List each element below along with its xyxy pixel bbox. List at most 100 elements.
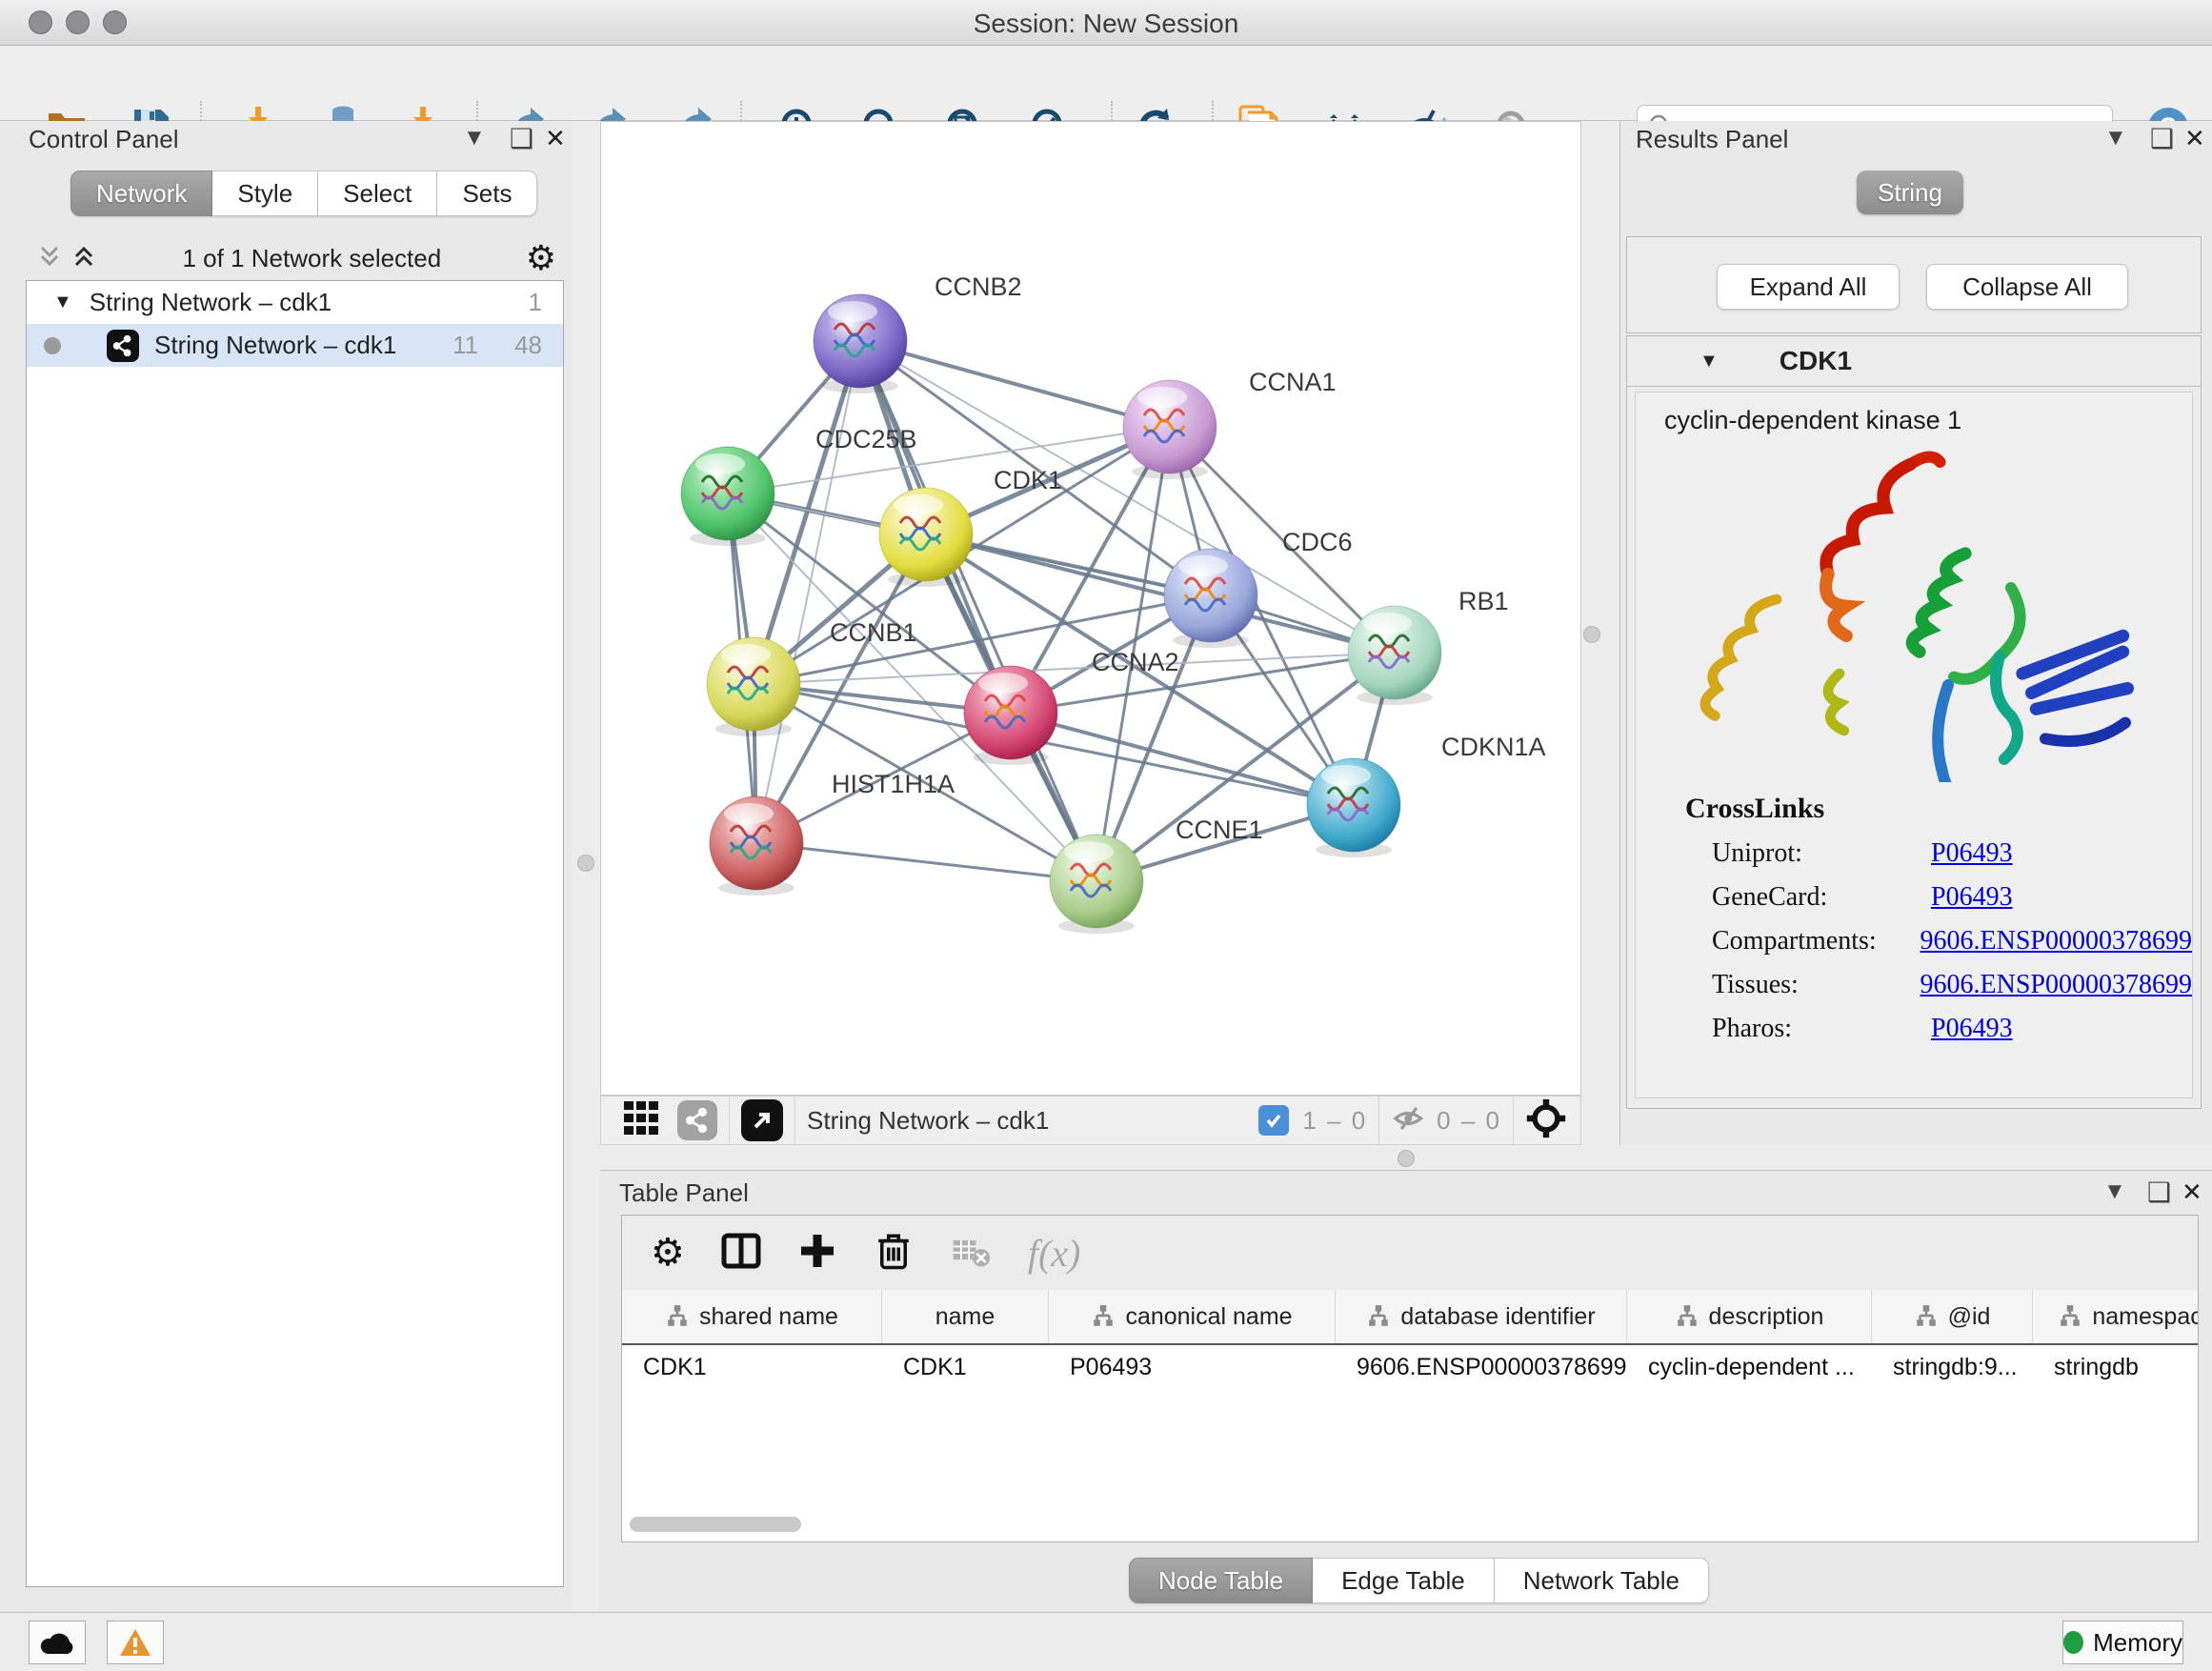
cell-database-identifier[interactable]: 9606.ENSP00000378699: [1336, 1345, 1627, 1389]
crosslink-link[interactable]: 9606.ENSP00000378699: [1920, 970, 2192, 1000]
column-header-label: namespace: [2092, 1303, 2199, 1331]
window-title: Session: New Session: [0, 9, 2212, 39]
main-toolbar: ?: [0, 46, 2212, 121]
column-header-name[interactable]: name: [882, 1290, 1049, 1343]
results-panel-float-icon[interactable]: ❑: [2150, 123, 2174, 154]
control-panel-tabs: NetworkStyleSelectSets: [70, 171, 537, 216]
protein-structure-image: [1647, 439, 2181, 782]
crosslink-link[interactable]: P06493: [1931, 882, 2013, 913]
edge-CCNB2-HIST1H1A[interactable]: [756, 341, 860, 843]
network-birdseye-icon[interactable]: [677, 1100, 717, 1140]
gene-section-header[interactable]: ▼ CDK1: [1627, 336, 2201, 387]
column-header-label: shared name: [699, 1303, 838, 1331]
node-CCNA1[interactable]: CCNA1: [1123, 368, 1337, 479]
tab-select[interactable]: Select: [318, 171, 437, 216]
crosslink-row: Pharos:P06493: [1636, 1014, 2192, 1044]
column-header-namespace[interactable]: namespace: [2033, 1290, 2199, 1343]
tab-sets[interactable]: Sets: [437, 171, 537, 216]
control-panel-float-icon[interactable]: ❑: [510, 123, 533, 154]
collapse-all-button[interactable]: Collapse All: [1926, 264, 2128, 310]
show-columns-icon[interactable]: [721, 1231, 761, 1276]
table-horizontal-scrollbar[interactable]: [630, 1517, 801, 1532]
warning-status-button[interactable]: [107, 1621, 164, 1664]
edge-HIST1H1A-CCNE1[interactable]: [756, 843, 1096, 881]
column-header-shared-name[interactable]: shared name: [622, 1290, 882, 1343]
string-network-icon: [107, 330, 139, 362]
fit-selected-crosshair-icon[interactable]: [1525, 1097, 1567, 1144]
control-panel: Control Panel ▼ ❑ ✕ NetworkStyleSelectSe…: [0, 121, 572, 1612]
column-header--id[interactable]: @id: [1872, 1290, 2033, 1343]
network-list-header: 1 of 1 Network selected ⚙: [26, 236, 564, 280]
crosslinks-section: CrossLinks Uniprot:P06493GeneCard:P06493…: [1636, 793, 2192, 1044]
collection-expander-icon[interactable]: ▼: [53, 292, 72, 313]
cell-description[interactable]: cyclin-dependent ...: [1627, 1345, 1872, 1389]
table-row[interactable]: CDK1CDK1P064939606.ENSP00000378699cyclin…: [622, 1345, 2199, 1389]
tab-network[interactable]: Network: [70, 171, 212, 216]
tab-edge-table[interactable]: Edge Table: [1313, 1558, 1495, 1603]
tab-node-table[interactable]: Node Table: [1129, 1558, 1313, 1603]
control-panel-menu-icon[interactable]: ▼: [463, 125, 486, 151]
cell-namespace[interactable]: stringdb: [2033, 1345, 2199, 1389]
results-panel-menu-icon[interactable]: ▼: [2104, 125, 2127, 151]
tab-string[interactable]: String: [1857, 171, 1963, 214]
hidden-items-eye-slash-icon[interactable]: [1391, 1100, 1427, 1141]
control-panel-close-icon[interactable]: ✕: [545, 124, 566, 153]
crosslink-link[interactable]: 9606.ENSP00000378699: [1920, 926, 2192, 956]
node-CDKN1A[interactable]: CDKN1A: [1307, 733, 1546, 857]
crosslink-link[interactable]: P06493: [1931, 838, 2013, 869]
network-collection-row[interactable]: ▼ String Network – cdk1 1: [27, 281, 563, 324]
edge-CCNA2-CDKN1A[interactable]: [1011, 713, 1354, 805]
results-panel: Results Panel ▼ ❑ ✕ String Expand All Co…: [1619, 121, 2212, 1145]
left-splitter-handle[interactable]: [577, 855, 594, 872]
memory-button[interactable]: Memory: [2062, 1621, 2183, 1664]
collapse-all-networks-icon[interactable]: [70, 242, 98, 275]
column-header-description[interactable]: description: [1627, 1290, 1872, 1343]
cloud-status-button[interactable]: [29, 1621, 86, 1664]
show-grid-icon[interactable]: [622, 1099, 660, 1142]
network-options-gear-icon[interactable]: ⚙: [526, 239, 556, 278]
network-selection-status: 1 of 1 Network selected: [98, 244, 526, 273]
tab-network-table[interactable]: Network Table: [1495, 1558, 1709, 1603]
cell-shared-name[interactable]: CDK1: [622, 1345, 882, 1389]
cell-canonical-name[interactable]: P06493: [1049, 1345, 1336, 1389]
bottom-splitter-handle[interactable]: [1398, 1150, 1415, 1167]
node-HIST1H1A[interactable]: HIST1H1A: [710, 770, 955, 896]
table-type-tabs: Node TableEdge TableNetwork Table: [1129, 1558, 1709, 1603]
edge-CCNB2-CCNA1[interactable]: [860, 341, 1170, 427]
table-panel-float-icon[interactable]: ❑: [2147, 1177, 2171, 1208]
add-column-icon[interactable]: [797, 1231, 837, 1276]
edge-CCNB2-CCNE1[interactable]: [860, 341, 1096, 881]
node-label-CDC25B: CDC25B: [815, 425, 917, 453]
table-panel: Table Panel ▼ ❑ ✕ ⚙ f(x) shared namename…: [600, 1170, 2212, 1612]
network-row[interactable]: String Network – cdk1 11 48: [27, 324, 563, 367]
expand-all-button[interactable]: Expand All: [1717, 264, 1900, 310]
node-label-RB1: RB1: [1458, 587, 1509, 615]
gene-expander-icon[interactable]: ▼: [1699, 351, 1719, 372]
table-panel-menu-icon[interactable]: ▼: [2103, 1178, 2126, 1205]
right-splitter-handle[interactable]: [1583, 626, 1600, 643]
selected-counts: 1 – 0: [1302, 1106, 1367, 1136]
gene-details: cyclin-dependent kinase 1: [1635, 392, 2193, 1098]
column-header-label: description: [1709, 1303, 1824, 1331]
table-options-gear-icon[interactable]: ⚙: [651, 1231, 685, 1275]
node-RB1[interactable]: RB1: [1348, 587, 1509, 705]
delete-table-icon[interactable]: [950, 1230, 992, 1277]
column-header-database-identifier[interactable]: database identifier: [1336, 1290, 1627, 1343]
collection-count: 1: [529, 288, 542, 317]
node-label-CCNA1: CCNA1: [1249, 368, 1337, 396]
expand-all-networks-icon[interactable]: [35, 242, 64, 275]
warning-icon: [119, 1628, 151, 1657]
selected-items-checkbox-icon[interactable]: [1258, 1105, 1289, 1136]
column-header-label: canonical name: [1125, 1303, 1292, 1331]
tab-style[interactable]: Style: [212, 171, 318, 216]
node-label-CDKN1A: CDKN1A: [1441, 733, 1546, 761]
crosslink-link[interactable]: P06493: [1931, 1014, 2013, 1044]
table-panel-close-icon[interactable]: ✕: [2182, 1178, 2202, 1207]
cell-name[interactable]: CDK1: [882, 1345, 1049, 1389]
delete-column-trash-icon[interactable]: [874, 1231, 914, 1276]
detach-view-icon[interactable]: [741, 1099, 783, 1141]
cell--id[interactable]: stringdb:9...: [1872, 1345, 2033, 1389]
results-panel-close-icon[interactable]: ✕: [2184, 124, 2205, 153]
column-header-canonical-name[interactable]: canonical name: [1049, 1290, 1336, 1343]
network-view-canvas[interactable]: CCNB2CCNA1CDC25BCDK1CDC6RB1CCNB1CCNA2CDK…: [600, 121, 1581, 1096]
